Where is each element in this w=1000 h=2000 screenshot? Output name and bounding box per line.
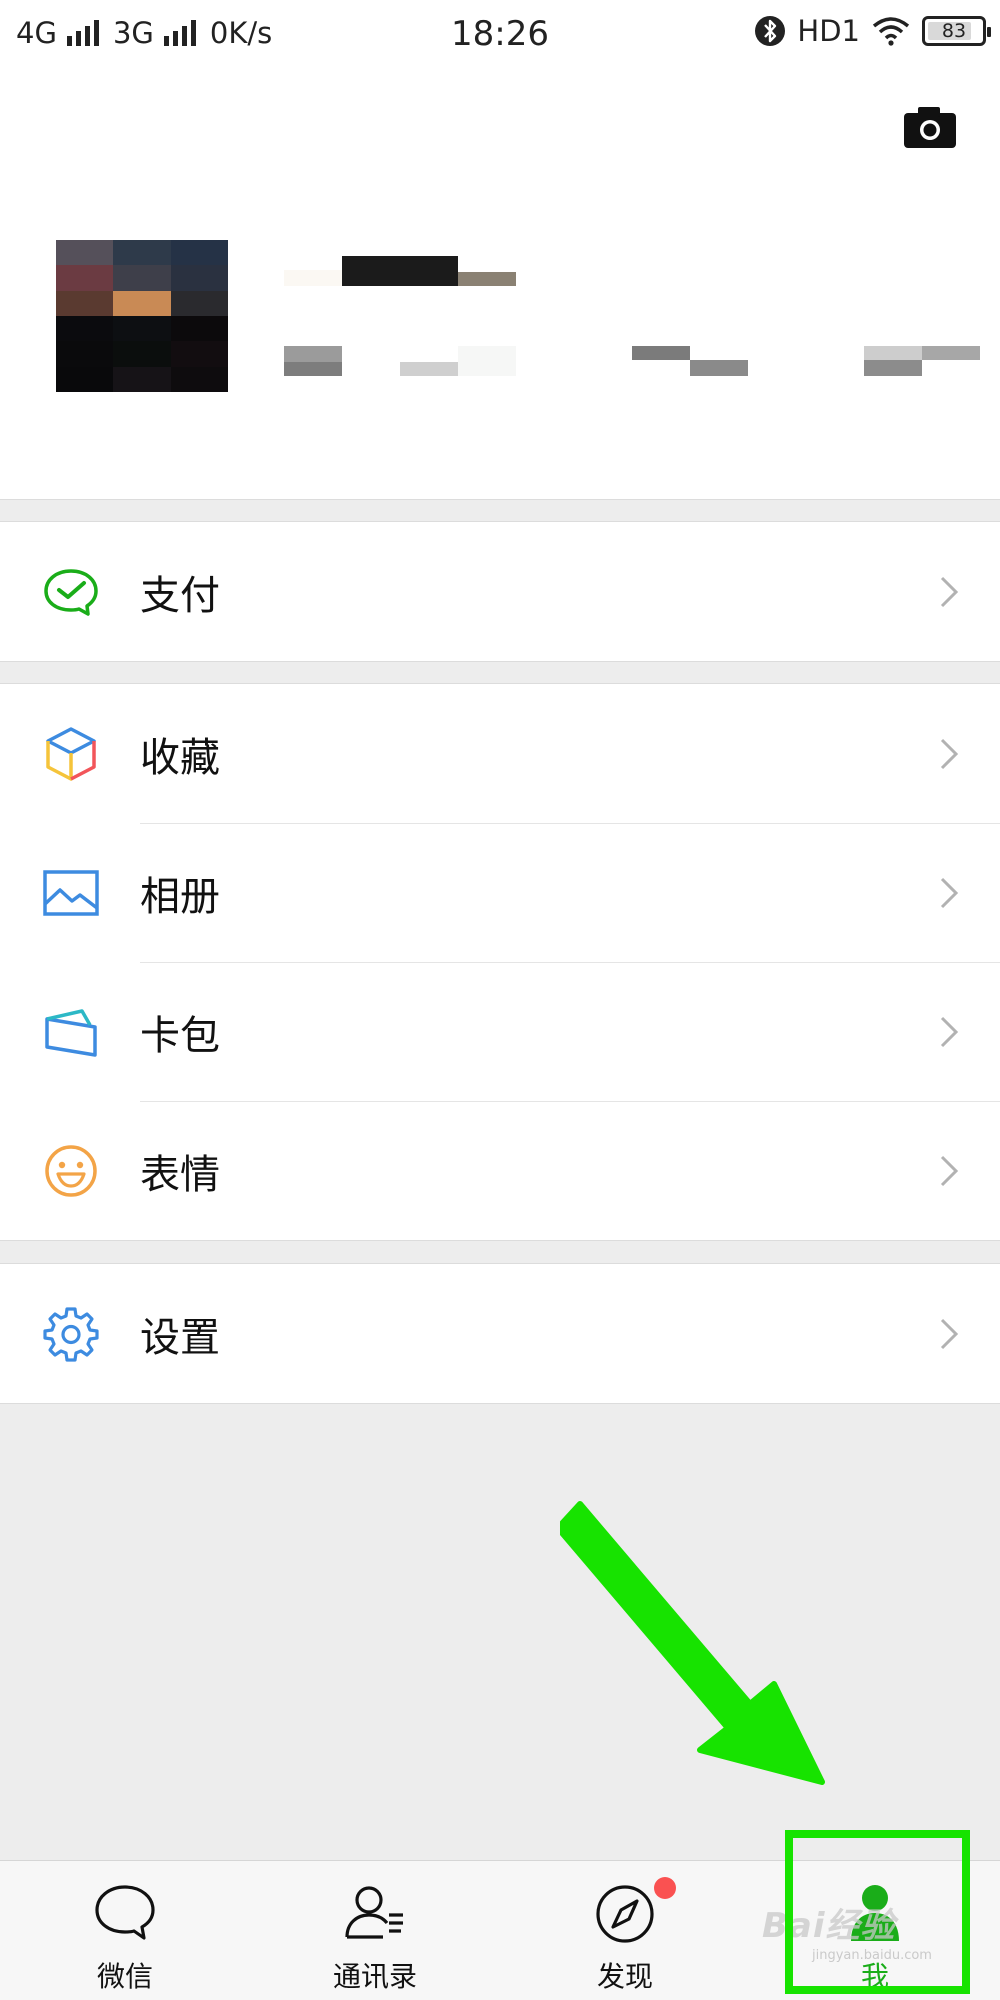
battery-percent: 83 [941,20,967,42]
battery-cap [987,27,991,37]
menu-group-pay: 支付 [0,521,1000,662]
compass-icon [596,1885,654,1943]
annotation-highlight-box [785,1830,970,1994]
menu-group-main: 收藏 相册 卡包 表情 [0,683,1000,1241]
status-bar: 4G 3G 0K/s 18:26 HD1 83 [0,0,1000,70]
menu-item-stickers[interactable]: 表情 [0,1101,1000,1240]
status-right: HD1 83 [743,14,991,48]
wifi-icon [872,17,910,46]
menu-label-album: 相册 [140,873,220,920]
bluetooth-icon [755,16,786,46]
favorites-icon [46,727,96,781]
tab-discover[interactable]: 发现 [500,1861,750,2000]
chevron-right-icon [940,1155,959,1187]
tab-contacts[interactable]: 通讯录 [250,1861,500,2000]
chevron-right-icon [940,1016,959,1048]
album-icon [43,870,99,916]
battery-icon: 83 [922,16,991,46]
card-wallet-icon [45,1009,97,1057]
tab-chats[interactable]: 微信 [0,1861,250,2000]
gear-icon [43,1307,99,1362]
tab-label-chats: 微信 [96,1960,153,1993]
tab-label-contacts: 通讯录 [332,1960,417,1993]
menu-label-pay: 支付 [140,572,220,619]
camera-icon[interactable] [902,104,958,150]
notification-dot [654,1877,676,1899]
menu-item-favorites[interactable]: 收藏 [0,684,1000,823]
wechat-id-redacted [284,346,984,382]
chevron-right-icon [940,877,959,909]
profile-header[interactable] [0,70,1000,500]
annotation-arrow [560,1501,825,1785]
menu-label-stickers: 表情 [140,1151,220,1198]
menu-label-cards: 卡包 [140,1012,220,1059]
menu-group-settings: 设置 [0,1263,1000,1404]
menu-item-pay[interactable]: 支付 [0,522,1000,661]
chevron-right-icon [940,576,959,608]
contacts-icon [345,1886,403,1939]
chevron-right-icon [940,738,959,770]
menu-item-cards[interactable]: 卡包 [0,962,1000,1101]
tab-label-discover: 发现 [596,1960,653,1993]
chat-icon [95,1885,155,1940]
pay-icon [44,569,98,616]
menu-item-settings[interactable]: 设置 [0,1264,1000,1403]
sticker-icon [45,1145,97,1197]
menu-label-settings: 设置 [140,1314,220,1361]
chevron-right-icon [940,1318,959,1350]
menu-item-album[interactable]: 相册 [0,823,1000,962]
menu-label-favorites: 收藏 [140,734,220,781]
hd-indicator: HD1 [797,14,860,48]
avatar[interactable] [56,240,228,392]
